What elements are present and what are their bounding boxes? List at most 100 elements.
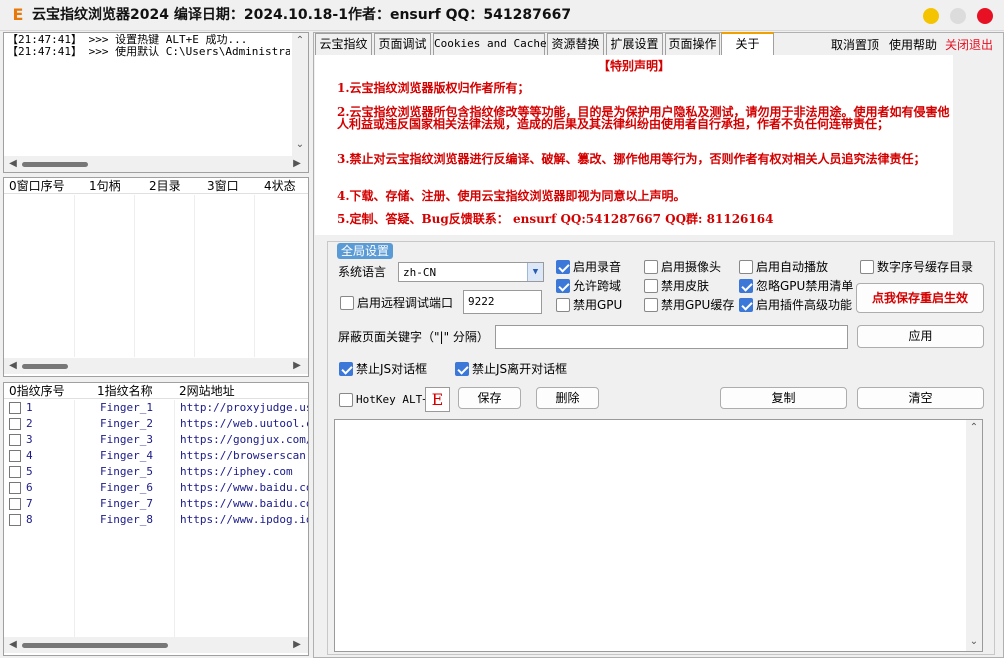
block-keywords-input[interactable] — [495, 325, 848, 349]
column-header[interactable]: 1指纹名称 — [97, 384, 153, 398]
remote-debug-checkbox[interactable] — [340, 296, 354, 310]
grid-line — [254, 195, 255, 357]
finger-url: https://www.ipdog.io/ — [180, 513, 308, 526]
row-checkbox[interactable] — [9, 418, 21, 430]
scroll-up-icon[interactable]: ⌃ — [967, 420, 981, 436]
row-checkbox[interactable] — [9, 402, 21, 414]
column-header[interactable]: 1句柄 — [89, 179, 121, 193]
scroll-right-icon[interactable]: ▶ — [290, 156, 304, 172]
option-label: 启用录音 — [573, 260, 622, 274]
maximize-button[interactable] — [950, 8, 966, 24]
finger-scrollbar-horizontal[interactable]: ◀ ▶ — [4, 637, 308, 653]
row-checkbox[interactable] — [9, 514, 21, 526]
delete-button[interactable]: 删除 — [536, 387, 599, 409]
scroll-thumb[interactable] — [22, 364, 68, 369]
ignore-gpu-blocklist-checkbox[interactable] — [739, 279, 753, 293]
column-header[interactable]: 4状态 — [264, 179, 296, 193]
log-panel: 【21:47:41】 >>> 设置热键 ALT+E 成功... 【21:47:4… — [3, 32, 309, 173]
grid-line — [74, 195, 75, 357]
tab-about[interactable]: 关于 — [721, 32, 774, 56]
column-header[interactable]: 0指纹序号 — [9, 384, 65, 398]
column-header[interactable]: 3窗口 — [207, 179, 239, 193]
plugin-advanced-checkbox[interactable] — [739, 298, 753, 312]
column-header[interactable]: 2目录 — [149, 179, 181, 193]
scroll-thumb[interactable] — [22, 162, 88, 167]
finger-id: 8 — [26, 513, 33, 526]
finger-id: 5 — [26, 465, 33, 478]
table-row[interactable]: 3 Finger_3 https://gongjux.com/f — [4, 432, 308, 448]
chevron-down-icon[interactable]: ▼ — [527, 263, 543, 281]
finger-id: 1 — [26, 401, 33, 414]
output-textarea[interactable]: ⌃ ⌄ — [334, 419, 983, 652]
log-scrollbar-vertical[interactable]: ⌃ ⌄ — [292, 33, 308, 156]
log-line: 【21:47:41】 >>> 使用默认 C:\Users\Administrat… — [7, 46, 290, 58]
port-input[interactable]: 9222 — [463, 290, 542, 314]
finger-url: https://iphey.com — [180, 465, 293, 478]
clear-button[interactable]: 清空 — [857, 387, 984, 409]
allow-cors-checkbox[interactable] — [556, 279, 570, 293]
save-restart-button[interactable]: 点我保存重启生效 — [856, 283, 984, 313]
app-icon: E — [12, 5, 24, 24]
finger-url: https://www.baidu.com — [180, 497, 308, 510]
table-row[interactable]: 7 Finger_7 https://www.baidu.com — [4, 496, 308, 512]
tab-page-operations[interactable]: 页面操作 — [665, 33, 720, 55]
disable-js-dialog-checkbox[interactable] — [339, 362, 353, 376]
tab-cookies-cache[interactable]: Cookies and Cache — [433, 33, 547, 55]
scroll-down-icon[interactable]: ⌄ — [293, 137, 307, 153]
scroll-right-icon[interactable]: ▶ — [290, 358, 304, 374]
hotkey-checkbox[interactable] — [339, 393, 353, 407]
scroll-thumb[interactable] — [22, 643, 168, 648]
window-scrollbar-horizontal[interactable]: ◀ ▶ — [4, 358, 308, 374]
help-link[interactable]: 使用帮助 — [889, 36, 937, 53]
row-checkbox[interactable] — [9, 450, 21, 462]
close-button[interactable] — [977, 8, 993, 24]
notice-item: 2.云宝指纹浏览器所包含指纹修改等等功能，目的是为保护用户隐私及测试，请勿用于非… — [337, 105, 950, 131]
finger-name: Finger_1 — [100, 401, 153, 414]
scroll-left-icon[interactable]: ◀ — [6, 358, 20, 374]
close-exit-link[interactable]: 关闭退出 — [945, 36, 993, 53]
scroll-right-icon[interactable]: ▶ — [290, 637, 304, 653]
save-button[interactable]: 保存 — [458, 387, 521, 409]
scroll-left-icon[interactable]: ◀ — [6, 637, 20, 653]
apply-button[interactable]: 应用 — [857, 325, 984, 348]
scroll-down-icon[interactable]: ⌄ — [967, 634, 981, 650]
numeric-cache-dir-checkbox[interactable] — [860, 260, 874, 274]
scroll-up-icon[interactable]: ⌃ — [293, 33, 307, 49]
cancel-top-link[interactable]: 取消置顶 — [831, 36, 879, 53]
table-row[interactable]: 2 Finger_2 https://web.uutool.cn — [4, 416, 308, 432]
finger-name: Finger_2 — [100, 417, 153, 430]
row-checkbox[interactable] — [9, 482, 21, 494]
row-checkbox[interactable] — [9, 498, 21, 510]
tab-extension-settings[interactable]: 扩展设置 — [606, 33, 663, 55]
enable-camera-checkbox[interactable] — [644, 260, 658, 274]
disable-js-leave-checkbox[interactable] — [455, 362, 469, 376]
hotkey-input[interactable]: E — [425, 387, 450, 412]
tab-fingerprint[interactable]: 云宝指纹 — [315, 33, 372, 55]
table-row[interactable]: 8 Finger_8 https://www.ipdog.io/ — [4, 512, 308, 528]
notice-item: 3.禁止对云宝指纹浏览器进行反编译、破解、篡改、挪作他用等行为，否则作者有权对相… — [337, 152, 926, 166]
language-value: zh-CN — [403, 266, 437, 279]
textarea-scrollbar-vertical[interactable]: ⌃ ⌄ — [966, 420, 982, 651]
log-scrollbar-horizontal[interactable]: ◀ ▶ — [4, 156, 308, 172]
table-row[interactable]: 4 Finger_4 https://browserscan.n — [4, 448, 308, 464]
table-row[interactable]: 6 Finger_6 https://www.baidu.com — [4, 480, 308, 496]
copy-button[interactable]: 复制 — [720, 387, 847, 409]
disable-gpu-checkbox[interactable] — [556, 298, 570, 312]
tab-page-debug[interactable]: 页面调试 — [374, 33, 431, 55]
table-row[interactable]: 1 Finger_1 http://proxyjudge.us — [4, 400, 308, 416]
enable-recording-checkbox[interactable] — [556, 260, 570, 274]
tab-resource-replace[interactable]: 资源替换 — [547, 33, 604, 55]
column-header[interactable]: 0窗口序号 — [9, 179, 65, 193]
disable-gpu-cache-checkbox[interactable] — [644, 298, 658, 312]
scroll-left-icon[interactable]: ◀ — [6, 156, 20, 172]
row-checkbox[interactable] — [9, 434, 21, 446]
minimize-button[interactable] — [923, 8, 939, 24]
language-select[interactable]: zh-CN ▼ — [398, 262, 544, 282]
row-checkbox[interactable] — [9, 466, 21, 478]
enable-autoplay-checkbox[interactable] — [739, 260, 753, 274]
option-label: 启用摄像头 — [661, 260, 722, 274]
option-label: 忽略GPU禁用清单 — [756, 279, 854, 293]
disable-skin-checkbox[interactable] — [644, 279, 658, 293]
table-row[interactable]: 5 Finger_5 https://iphey.com — [4, 464, 308, 480]
column-header[interactable]: 2网站地址 — [179, 384, 235, 398]
